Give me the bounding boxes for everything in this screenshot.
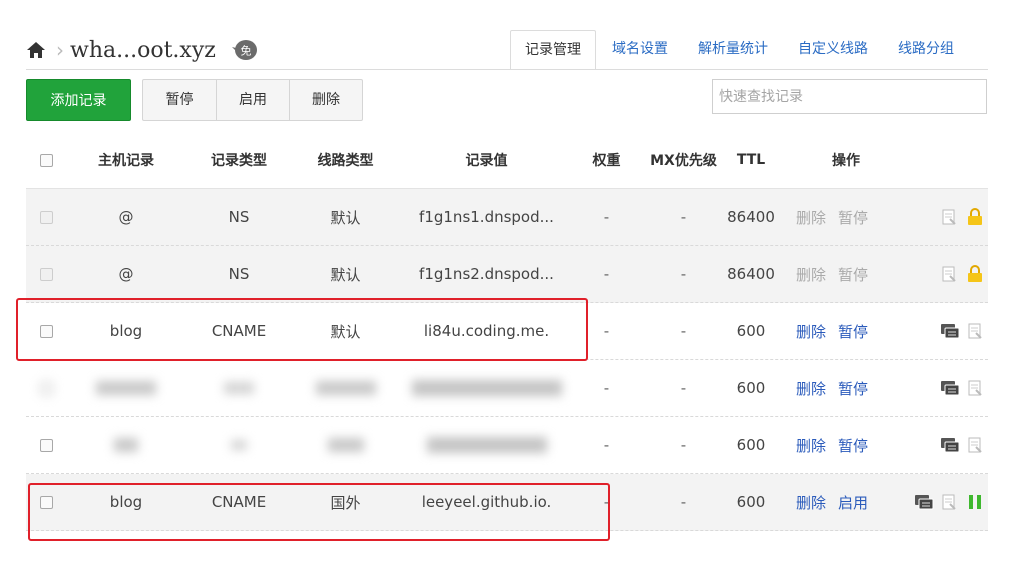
lock-icon (966, 208, 984, 226)
cell-ttl: 600 (736, 322, 766, 340)
row-checkbox[interactable] (39, 438, 53, 452)
header-value: 记录值 (465, 153, 508, 169)
table-row: @ NS 默认 f1g1ns2.dnspod... - - 86400 删除 暂… (26, 246, 988, 303)
cell-ttl: 86400 (727, 208, 775, 226)
cell-mx: - (680, 436, 687, 454)
cell-weight: - (603, 322, 610, 340)
header-host: 主机记录 (98, 153, 154, 169)
free-badge-icon: 免 (231, 39, 258, 61)
note-icon[interactable] (966, 322, 984, 340)
tab-divider (26, 69, 988, 70)
tab-domain-settings[interactable]: 域名设置 (598, 30, 682, 70)
header-line: 线路类型 (317, 153, 374, 169)
row-enable-link[interactable]: 启用 (838, 492, 868, 513)
cell-line-redacted (294, 360, 397, 416)
cell-host-redacted (76, 360, 176, 416)
pause-button[interactable]: 暂停 (143, 80, 216, 120)
table-row: @ NS 默认 f1g1ns1.dnspod... - - 86400 删除 暂… (26, 189, 988, 246)
cell-mx: - (680, 493, 687, 511)
row-delete-link[interactable]: 删除 (796, 321, 826, 342)
cell-line-redacted (294, 417, 397, 473)
svg-text:免: 免 (240, 44, 251, 58)
cell-weight: - (603, 208, 610, 226)
bulk-action-group: 暂停 启用 删除 (142, 79, 363, 121)
row-checkbox[interactable] (39, 267, 53, 281)
table-row: - - 600 删除 暂停 (26, 417, 988, 474)
row-pause-link[interactable]: 暂停 (838, 435, 868, 456)
row-delete-link: 删除 (796, 208, 827, 227)
cell-host-redacted (76, 417, 176, 473)
cell-line: 默认 (330, 208, 361, 227)
highlight-box (28, 483, 610, 541)
row-pause-link[interactable]: 暂停 (838, 321, 868, 342)
table-header: 主机记录 记录类型 线路类型 记录值 权重 MX优先级 TTL 操作 (26, 132, 988, 189)
delete-button[interactable]: 删除 (289, 80, 362, 120)
cell-value-redacted (404, 360, 569, 416)
cell-type-redacted (189, 417, 289, 473)
highlight-box (16, 298, 588, 361)
tab-line-groups[interactable]: 线路分组 (884, 30, 968, 70)
cell-host: @ (118, 265, 134, 283)
add-record-button[interactable]: 添加记录 (26, 79, 131, 121)
note-icon (940, 265, 958, 283)
row-delete-link[interactable]: 删除 (796, 378, 826, 399)
row-pause-link[interactable]: 暂停 (838, 378, 868, 399)
cell-mx: - (680, 208, 687, 226)
row-checkbox[interactable] (39, 210, 53, 224)
note-icon[interactable] (966, 436, 984, 454)
cell-value: f1g1ns1.dnspod... (419, 208, 554, 226)
header-type: 记录类型 (211, 153, 267, 169)
tab-bar: 记录管理 域名设置 解析量统计 自定义线路 线路分组 (508, 30, 968, 70)
comment-icon[interactable] (940, 379, 960, 397)
row-pause-link: 暂停 (838, 208, 869, 227)
note-icon (940, 208, 958, 226)
cell-weight: - (603, 379, 610, 397)
note-icon[interactable] (940, 493, 958, 511)
cell-ttl: 86400 (727, 265, 775, 283)
cell-value-redacted (404, 417, 569, 473)
row-delete-link[interactable]: 删除 (796, 492, 826, 513)
cell-ttl: 600 (736, 379, 766, 397)
comment-icon[interactable] (914, 493, 934, 511)
cell-weight: - (603, 265, 610, 283)
cell-type: NS (228, 265, 250, 283)
note-icon[interactable] (966, 379, 984, 397)
table-row: - - 600 删除 暂停 (26, 360, 988, 417)
cell-value: f1g1ns2.dnspod... (419, 265, 554, 283)
header-mx: MX优先级 (650, 153, 717, 169)
domain-title: wha...oot.xyz (70, 37, 216, 63)
cell-weight: - (603, 436, 610, 454)
cell-type: NS (228, 208, 250, 226)
header-weight: 权重 (592, 153, 621, 169)
cell-host: @ (118, 208, 134, 226)
tab-records[interactable]: 记录管理 (510, 30, 596, 70)
comment-icon[interactable] (940, 436, 960, 454)
row-pause-link: 暂停 (838, 265, 869, 284)
cell-mx: - (680, 322, 687, 340)
comment-icon[interactable] (940, 322, 960, 340)
lock-icon (966, 265, 984, 283)
cell-mx: - (680, 265, 687, 283)
cell-line: 默认 (330, 265, 361, 284)
select-all-checkbox[interactable] (39, 153, 53, 167)
cell-ttl: 600 (736, 493, 766, 511)
search-input[interactable] (712, 79, 987, 114)
header-ops: 操作 (832, 153, 860, 169)
tab-custom-lines[interactable]: 自定义线路 (784, 30, 882, 70)
cell-mx: - (680, 379, 687, 397)
pause-status-icon (966, 493, 984, 511)
breadcrumb: › wha...oot.xyz 免 (26, 30, 258, 70)
row-checkbox[interactable] (39, 381, 53, 395)
row-delete-link: 删除 (796, 265, 827, 284)
home-icon[interactable] (26, 40, 46, 60)
chevron-right-icon: › (56, 38, 64, 62)
row-delete-link[interactable]: 删除 (796, 435, 826, 456)
enable-button[interactable]: 启用 (216, 80, 289, 120)
header-ttl: TTL (736, 152, 766, 168)
tab-stats[interactable]: 解析量统计 (684, 30, 782, 70)
cell-ttl: 600 (736, 436, 766, 454)
cell-type-redacted (189, 360, 289, 416)
